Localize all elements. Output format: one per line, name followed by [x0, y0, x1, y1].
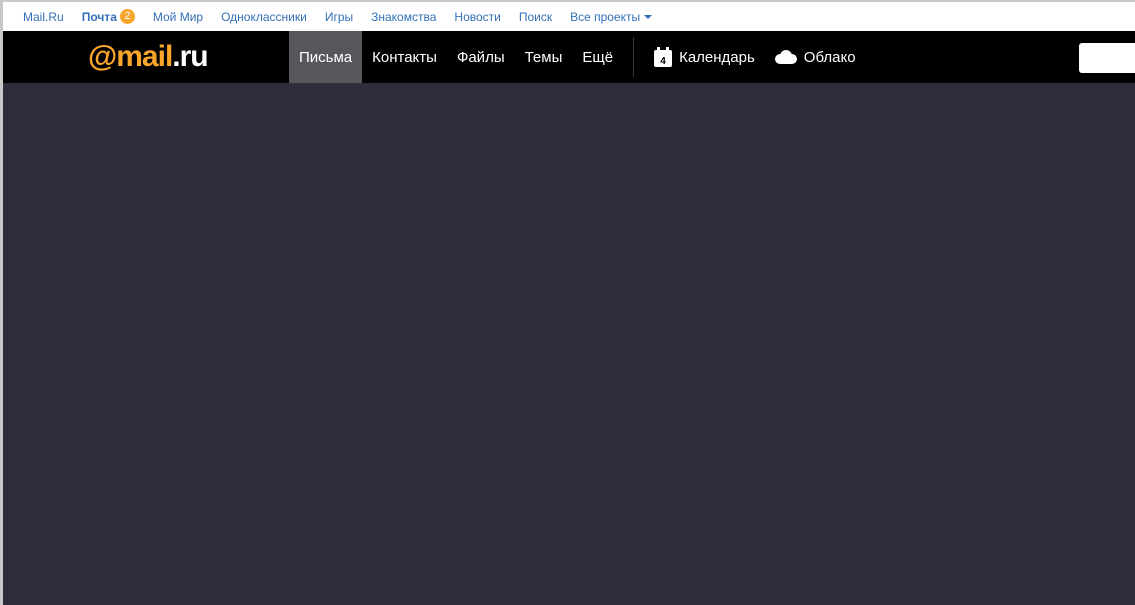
nav-themes[interactable]: Темы: [515, 31, 573, 83]
unread-badge: 2: [119, 9, 135, 24]
link-mailru[interactable]: Mail.Ru: [23, 10, 64, 24]
link-odnoklassniki[interactable]: Одноклассники: [221, 10, 307, 24]
main-nav: @mail .ru Письма Контакты Файлы Темы Ещё …: [3, 31, 1135, 83]
calendar-label: Календарь: [679, 48, 755, 66]
link-label: Все проекты: [570, 9, 641, 24]
svg-text:4: 4: [660, 56, 666, 67]
link-dating[interactable]: Знакомства: [371, 10, 436, 24]
nav-cloud[interactable]: Облако: [765, 31, 866, 83]
search-input[interactable]: [1079, 43, 1135, 73]
window: Mail.Ru Почта 2 Мой Мир Одноклассники Игр…: [0, 0, 1135, 605]
link-label: Почта: [81, 9, 117, 24]
link-news[interactable]: Новости: [454, 10, 500, 24]
link-pochta[interactable]: Почта 2: [82, 9, 135, 24]
nav-more[interactable]: Ещё: [572, 31, 623, 83]
link-search[interactable]: Поиск: [519, 10, 552, 24]
nav-files[interactable]: Файлы: [447, 31, 515, 83]
mailru-logo[interactable]: @mail .ru: [3, 31, 289, 83]
content-area: [3, 83, 1135, 605]
portal-bar: Mail.Ru Почта 2 Мой Мир Одноклассники Игр…: [3, 2, 1135, 31]
divider: [633, 37, 635, 77]
cloud-icon: [774, 49, 797, 65]
link-moi-mir[interactable]: Мой Мир: [153, 10, 203, 24]
cloud-label: Облако: [803, 48, 856, 66]
nav-calendar[interactable]: 4 Календарь: [644, 31, 765, 83]
link-games[interactable]: Игры: [325, 10, 353, 24]
calendar-icon: 4: [654, 47, 673, 67]
nav-contacts[interactable]: Контакты: [362, 31, 447, 83]
nav-letters[interactable]: Письма: [289, 31, 363, 83]
link-all-projects[interactable]: Все проекты: [570, 9, 653, 24]
caret-down-icon: [644, 14, 653, 19]
